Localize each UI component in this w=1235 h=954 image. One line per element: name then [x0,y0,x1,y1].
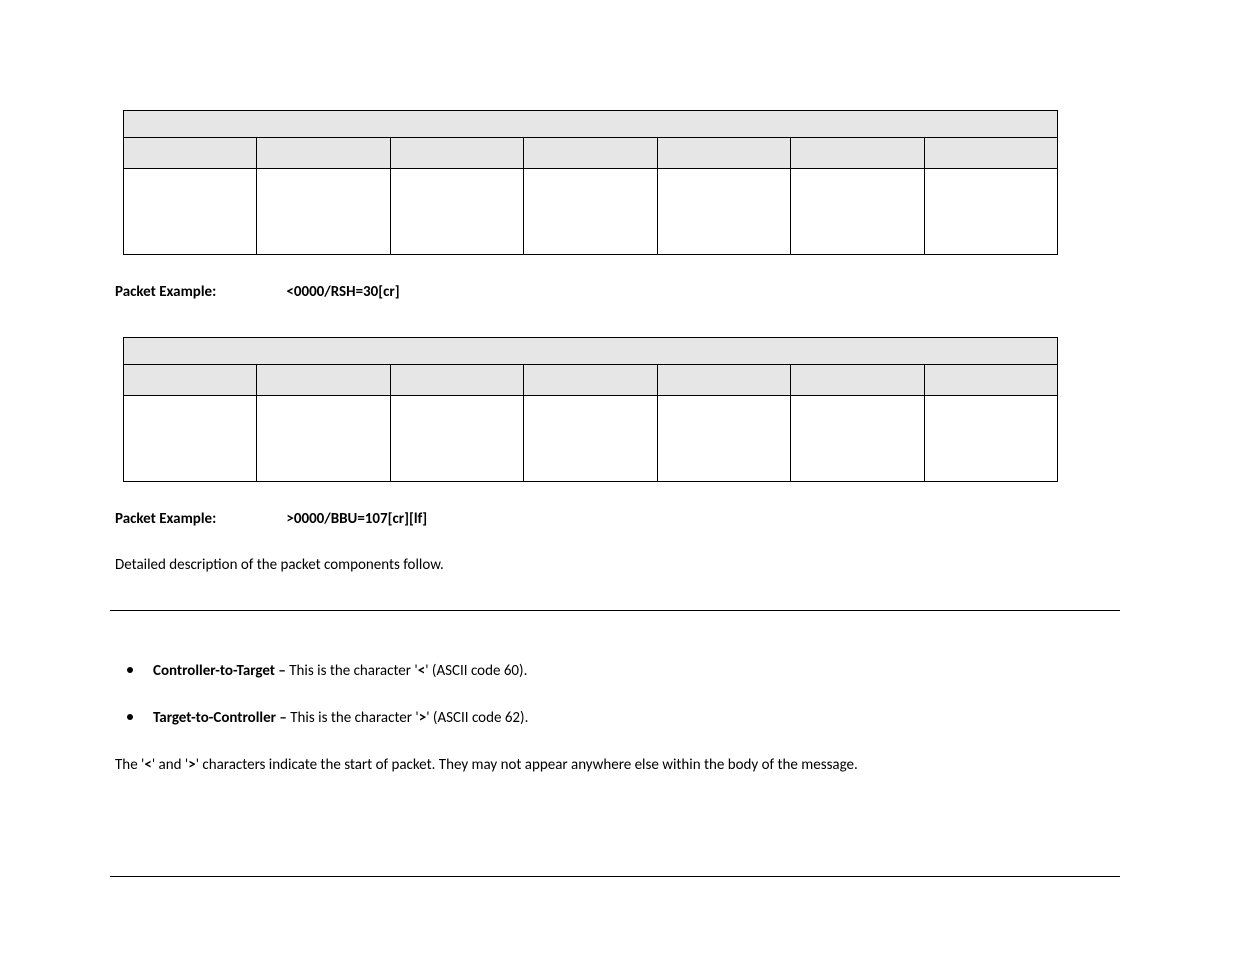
closing-char: < [144,756,151,774]
closing-part: ' and ' [152,756,188,774]
bullet-bold: Controller-to-Target – [153,662,289,680]
packet-example-2: Packet Example: >0000/BBU=107[cr][lf] [115,510,1120,528]
bullet-text-post: ' (ASCII code 62). [426,709,528,727]
table-row [124,338,1058,365]
closing-part: ' characters indicate the start of packe… [196,756,858,774]
list-item: Target-to-Controller – This is the chara… [127,708,1120,729]
packet-example-value: >0000/BBU=107[cr][lf] [286,510,427,528]
bullet-bold: Target-to-Controller – [153,709,290,727]
packet-example-1: Packet Example: <0000/RSH=30[cr] [115,283,1120,301]
footer-divider [110,876,1120,877]
bullet-text-pre: This is the character ' [290,709,418,727]
closing-text: The '<' and '>' characters indicate the … [115,755,1120,776]
table-row [124,365,1058,396]
bullet-section: Controller-to-Target – This is the chara… [115,661,1120,776]
packet-example-label: Packet Example: [115,510,283,528]
bullet-icon [127,714,133,720]
table-row [124,396,1058,482]
list-item: Controller-to-Target – This is the chara… [127,661,1120,682]
packet-example-label: Packet Example: [115,283,283,301]
packet-table-2 [123,337,1058,482]
closing-part: The ' [115,756,144,774]
bullet-icon [127,667,133,673]
table-row [124,111,1058,138]
table-row [124,138,1058,169]
section-divider [110,610,1120,611]
packet-table-1 [123,110,1058,255]
table-row [124,169,1058,255]
bullet-text-pre: This is the character ' [289,662,417,680]
document-content: Packet Example: <0000/RSH=30[cr] Packet … [115,110,1120,776]
closing-char: > [188,756,195,774]
packet-example-value: <0000/RSH=30[cr] [286,283,399,301]
description-text: Detailed description of the packet compo… [115,556,1120,574]
bullet-text-post: ' (ASCII code 60). [425,662,527,680]
